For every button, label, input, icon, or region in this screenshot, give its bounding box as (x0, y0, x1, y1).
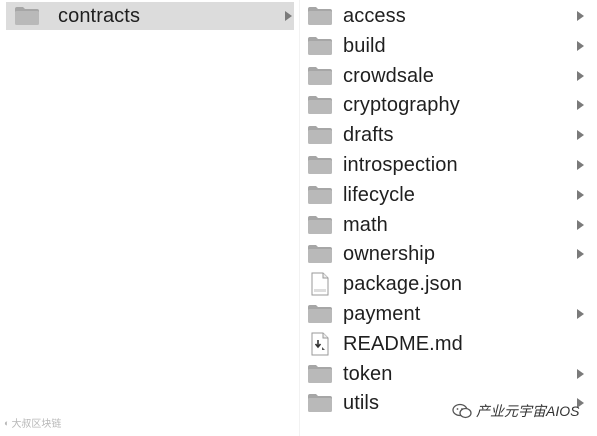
chevron-right-icon (577, 309, 584, 319)
child-column: access build crowdsale cryptography drafts in… (300, 0, 597, 436)
chevron-right-icon (577, 160, 584, 170)
folder-icon (308, 185, 332, 204)
wechat-icon (452, 403, 472, 419)
chevron-right-icon (577, 40, 584, 51)
chevron-right-icon (577, 70, 584, 81)
folder-label: lifecycle (343, 183, 416, 206)
watermark-left-text: 大叔区块链 (11, 419, 62, 430)
folder-label: ownership (343, 243, 436, 266)
chevron-right-icon (577, 11, 584, 21)
folder-row-token[interactable]: token (304, 360, 592, 388)
watermark-right: 产业元宇宙AIOS (452, 401, 579, 421)
folder-label: contracts (58, 5, 141, 27)
json-file-icon (311, 272, 329, 296)
chevron-right-icon (577, 219, 584, 230)
folder-row-lifecycle[interactable]: lifecycle (304, 181, 592, 209)
folder-icon (308, 7, 332, 25)
folder-row-math[interactable]: math (304, 211, 592, 239)
folder-label: math (343, 213, 388, 236)
chevron-right-icon (577, 368, 584, 379)
file-row-package-json[interactable]: package.json (304, 270, 592, 298)
file-row-readme-md[interactable]: README.md (304, 330, 592, 358)
folder-icon (308, 394, 332, 413)
folder-icon (308, 305, 332, 323)
folder-icon (308, 215, 332, 234)
chevron-right-icon (577, 130, 584, 141)
folder-row-ownership[interactable]: ownership (304, 240, 592, 268)
folder-label: payment (343, 303, 421, 325)
folder-label: access (343, 5, 406, 27)
chevron-right-icon (285, 11, 292, 21)
folder-icon (308, 66, 332, 85)
folder-icon (308, 96, 332, 115)
folder-row-cryptography[interactable]: cryptography (304, 91, 592, 119)
weibo-icon: ◐ (4, 417, 10, 428)
folder-row-crowdsale[interactable]: crowdsale (304, 62, 592, 90)
watermark-left: ◐ 大叔区块链 (4, 415, 62, 431)
chevron-right-icon (577, 189, 584, 200)
folder-icon (308, 36, 332, 55)
chevron-right-icon (577, 100, 584, 111)
folder-icon (308, 126, 332, 145)
folder-label: build (343, 34, 386, 57)
folder-row-build[interactable]: build (304, 32, 592, 60)
watermark-right-text: 产业元宇宙AIOS (476, 403, 580, 419)
folder-row-access[interactable]: access (304, 2, 592, 30)
parent-column: contracts (0, 0, 300, 436)
folder-label: crowdsale (343, 64, 434, 87)
file-label: README.md (343, 332, 463, 355)
file-label: package.json (343, 273, 463, 296)
folder-icon (15, 7, 39, 25)
folder-icon (308, 245, 332, 264)
chevron-right-icon (577, 249, 584, 260)
folder-icon (308, 364, 332, 383)
folder-row-payment[interactable]: payment (304, 300, 592, 328)
folder-label: utils (343, 392, 380, 415)
folder-icon (308, 156, 332, 174)
markdown-file-icon (311, 332, 329, 356)
folder-label: drafts (343, 124, 394, 147)
folder-row-drafts[interactable]: drafts (304, 121, 592, 149)
folder-row-contracts[interactable]: contracts (6, 2, 294, 30)
folder-label: introspection (343, 154, 458, 176)
folder-row-introspection[interactable]: introspection (304, 151, 592, 179)
folder-label: cryptography (343, 94, 460, 117)
folder-label: token (343, 362, 393, 385)
